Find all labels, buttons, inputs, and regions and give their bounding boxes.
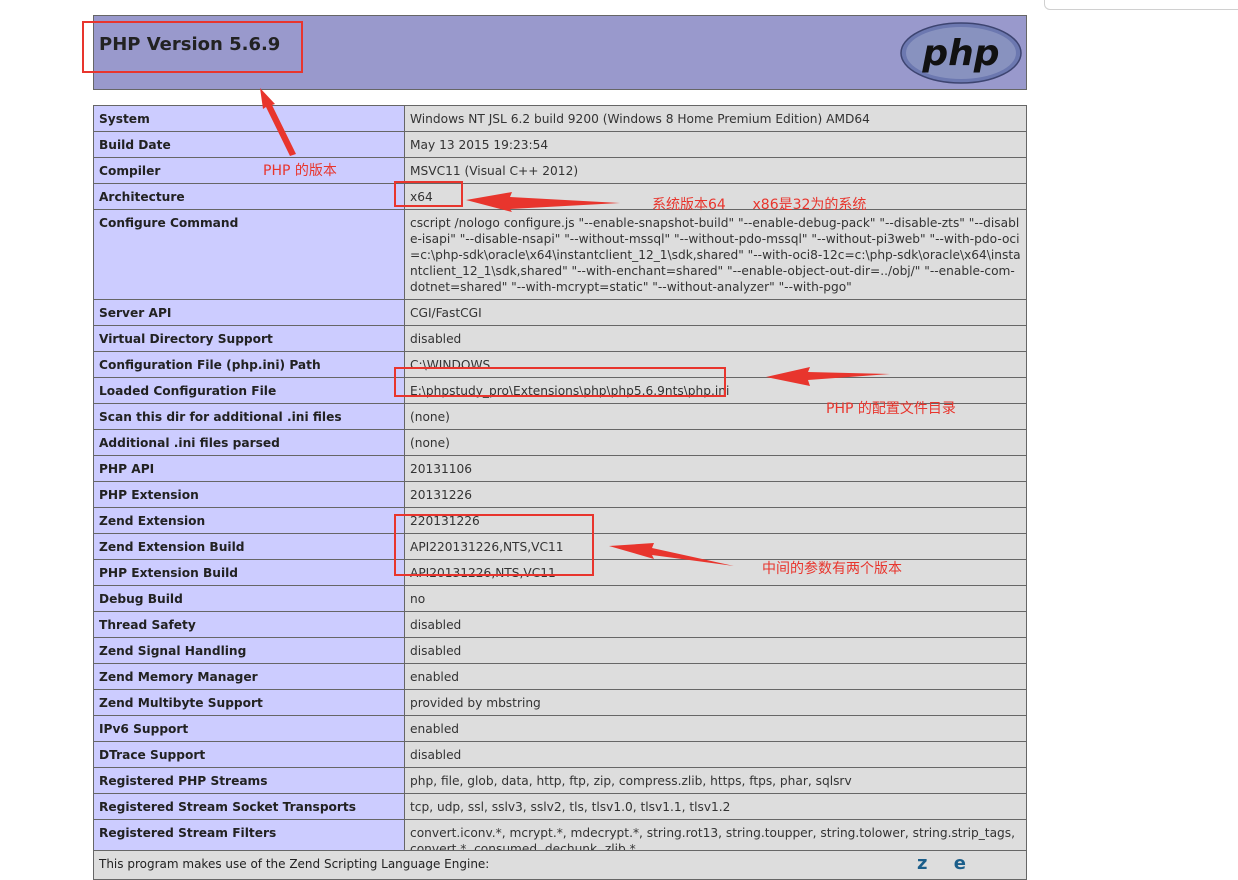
table-row: Build Date May 13 2015 19:23:54 xyxy=(93,131,1027,158)
annotation-box-build xyxy=(394,514,594,576)
annotation-box-config-file xyxy=(394,367,726,397)
row-value: 20131226 xyxy=(404,481,1027,508)
table-row: System Windows NT JSL 6.2 build 9200 (Win… xyxy=(93,105,1027,132)
annotation-box-version xyxy=(82,21,303,73)
table-row: Zend Multibyte Support provided by mbstri… xyxy=(93,689,1027,716)
row-value: disabled xyxy=(404,325,1027,352)
table-row: PHP API 20131106 xyxy=(93,455,1027,482)
zend-footer: This program makes use of the Zend Scrip… xyxy=(93,850,1027,880)
row-key: PHP API xyxy=(93,455,405,482)
row-key: Configuration File (php.ini) Path xyxy=(93,351,405,378)
table-row: Registered Stream Socket Transports tcp, … xyxy=(93,793,1027,820)
row-key: PHP Extension xyxy=(93,481,405,508)
row-value: Windows NT JSL 6.2 build 9200 (Windows 8… xyxy=(404,105,1027,132)
annotation-box-arch xyxy=(394,181,463,207)
table-row: Virtual Directory Support disabled xyxy=(93,325,1027,352)
row-key: Additional .ini files parsed xyxy=(93,429,405,456)
footer-text: This program makes use of the Zend Scrip… xyxy=(99,857,490,871)
table-row: Thread Safety disabled xyxy=(93,611,1027,638)
row-key: System xyxy=(93,105,405,132)
row-value: php, file, glob, data, http, ftp, zip, c… xyxy=(404,767,1027,794)
row-value: enabled xyxy=(404,663,1027,690)
row-value: disabled xyxy=(404,741,1027,768)
annotation-arch-note: 系统版本64 x86是32为的系统 xyxy=(652,197,867,213)
row-key: Debug Build xyxy=(93,585,405,612)
table-row: Server API CGI/FastCGI xyxy=(93,299,1027,326)
row-value: May 13 2015 19:23:54 xyxy=(404,131,1027,158)
row-key: Registered PHP Streams xyxy=(93,767,405,794)
row-value: 20131106 xyxy=(404,455,1027,482)
php-info-table: System Windows NT JSL 6.2 build 9200 (Win… xyxy=(93,105,1027,862)
row-value: CGI/FastCGI xyxy=(404,299,1027,326)
row-key: Zend Extension xyxy=(93,507,405,534)
row-key: Server API xyxy=(93,299,405,326)
row-key: Build Date xyxy=(93,131,405,158)
row-key: Thread Safety xyxy=(93,611,405,638)
browser-popup-edge xyxy=(1044,0,1238,10)
row-key: Zend Extension Build xyxy=(93,533,405,560)
row-key: Compiler xyxy=(93,157,405,184)
table-row: DTrace Support disabled xyxy=(93,741,1027,768)
row-value: no xyxy=(404,585,1027,612)
row-value: (none) xyxy=(404,429,1027,456)
row-value: provided by mbstring xyxy=(404,689,1027,716)
php-logo-text: php xyxy=(921,33,999,74)
row-key: IPv6 Support xyxy=(93,715,405,742)
annotation-build-note: 中间的参数有两个版本 xyxy=(762,561,902,577)
table-row: PHP Extension 20131226 xyxy=(93,481,1027,508)
table-row: Architecture x64 xyxy=(93,183,1027,210)
zend-logo-icon: z e xyxy=(917,853,976,874)
row-value: tcp, udp, ssl, sslv3, sslv2, tls, tlsv1.… xyxy=(404,793,1027,820)
row-key: Scan this dir for additional .ini files xyxy=(93,403,405,430)
table-row: Debug Build no xyxy=(93,585,1027,612)
row-value: disabled xyxy=(404,637,1027,664)
row-key: Zend Memory Manager xyxy=(93,663,405,690)
table-row: Registered PHP Streams php, file, glob, d… xyxy=(93,767,1027,794)
table-row: Additional .ini files parsed (none) xyxy=(93,429,1027,456)
annotation-version-note: PHP 的版本 xyxy=(263,163,337,179)
table-row: Compiler MSVC11 (Visual C++ 2012) xyxy=(93,157,1027,184)
row-key: Architecture xyxy=(93,183,405,210)
row-key: PHP Extension Build xyxy=(93,559,405,586)
row-value: disabled xyxy=(404,611,1027,638)
row-value: enabled xyxy=(404,715,1027,742)
php-logo-icon: php xyxy=(900,22,1022,84)
table-row: Configure Command cscript /nologo configu… xyxy=(93,209,1027,300)
annotation-config-note: PHP 的配置文件目录 xyxy=(826,401,956,417)
row-value: cscript /nologo configure.js "--enable-s… xyxy=(404,209,1027,300)
table-row: IPv6 Support enabled xyxy=(93,715,1027,742)
row-key: Loaded Configuration File xyxy=(93,377,405,404)
row-value: MSVC11 (Visual C++ 2012) xyxy=(404,157,1027,184)
row-key: Configure Command xyxy=(93,209,405,300)
table-row: Zend Memory Manager enabled xyxy=(93,663,1027,690)
table-row: Zend Signal Handling disabled xyxy=(93,637,1027,664)
row-key: Zend Signal Handling xyxy=(93,637,405,664)
row-key: Virtual Directory Support xyxy=(93,325,405,352)
row-key: DTrace Support xyxy=(93,741,405,768)
row-key: Registered Stream Socket Transports xyxy=(93,793,405,820)
row-key: Zend Multibyte Support xyxy=(93,689,405,716)
